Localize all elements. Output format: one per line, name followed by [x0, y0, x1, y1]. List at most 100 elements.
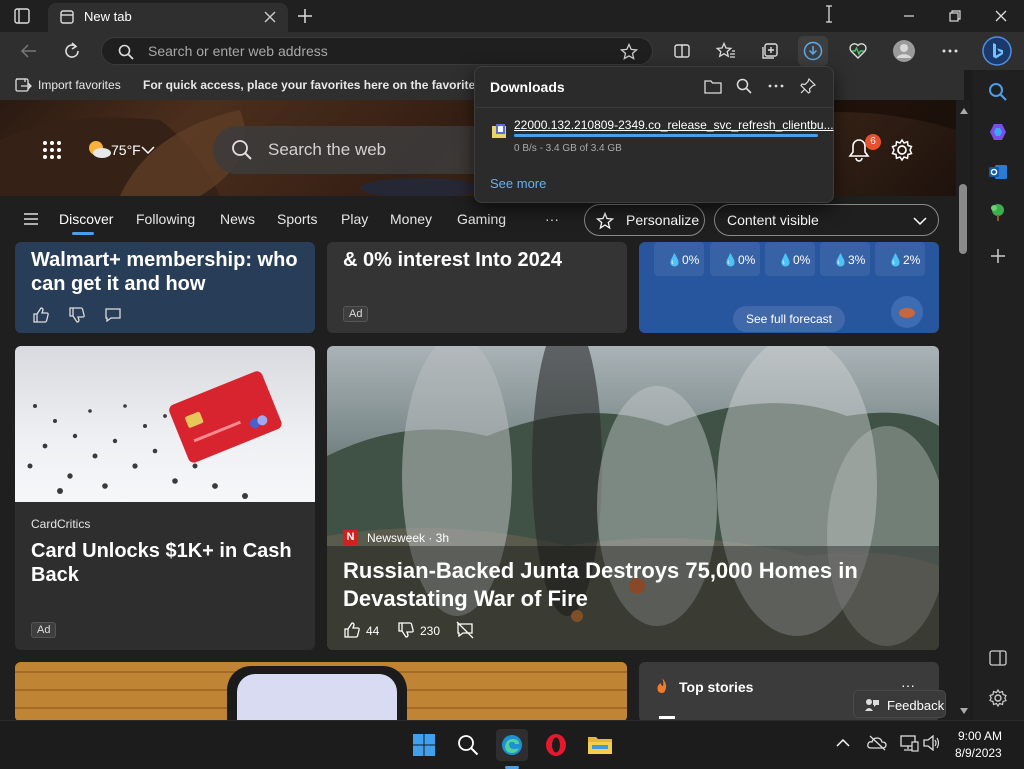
- new-tab-button[interactable]: [296, 7, 314, 25]
- taskbar-date[interactable]: 8/9/2023: [955, 746, 1002, 760]
- import-favorites-icon: [14, 77, 32, 93]
- cardcritics-source[interactable]: CardCritics: [31, 517, 90, 531]
- feedback-button[interactable]: Feedback: [853, 690, 946, 718]
- partly-sunny-icon[interactable]: [86, 138, 112, 160]
- page-scrollbar[interactable]: [956, 100, 970, 720]
- close-window-button[interactable]: [978, 0, 1024, 32]
- cardcritics-headline[interactable]: Card Unlocks $1K+ in Cash Back: [31, 539, 303, 587]
- comment-icon[interactable]: [104, 306, 122, 324]
- network-icon[interactable]: [899, 734, 919, 752]
- dislike-count: 230: [420, 624, 441, 638]
- downloads-button[interactable]: [798, 36, 828, 66]
- top-stories-heading: Top stories: [679, 679, 754, 695]
- thumbs-down-icon[interactable]: [397, 621, 415, 639]
- nav-gaming[interactable]: Gaming: [457, 211, 506, 227]
- nav-money[interactable]: Money: [390, 211, 432, 227]
- personalize-button[interactable]: Personalize: [584, 204, 705, 236]
- taskbar-search-icon[interactable]: [452, 729, 484, 761]
- add-favorite-star-icon[interactable]: [620, 43, 638, 61]
- back-button[interactable]: [14, 36, 44, 66]
- close-tab-icon[interactable]: [264, 11, 276, 23]
- scroll-down-arrow-icon[interactable]: [960, 708, 968, 714]
- hide-sidebar-icon[interactable]: [984, 644, 1012, 672]
- start-button-windows-icon[interactable]: [408, 729, 440, 761]
- settings-more-icon[interactable]: [935, 36, 965, 66]
- profile-avatar[interactable]: [889, 36, 919, 66]
- web-search-box[interactable]: [213, 126, 483, 174]
- download-progress-text: 0 B/s - 3.4 GB of 3.4 GB: [514, 143, 622, 154]
- favorites-icon[interactable]: [711, 36, 741, 66]
- page-settings-gear-icon[interactable]: [890, 138, 914, 162]
- tab-actions-icon[interactable]: [14, 8, 30, 24]
- comments-disabled-icon[interactable]: [456, 621, 474, 639]
- download-progress-fill: [514, 134, 818, 137]
- tree-icon[interactable]: [984, 198, 1012, 226]
- title-bar: New tab: [0, 0, 1024, 32]
- address-input[interactable]: [148, 42, 588, 60]
- add-sidebar-app-icon[interactable]: [984, 242, 1012, 270]
- weather-temperature[interactable]: 75°F: [111, 142, 141, 158]
- nav-following[interactable]: Following: [136, 211, 195, 227]
- show-hidden-icons-chevron-icon[interactable]: [836, 738, 850, 748]
- nav-news[interactable]: News: [220, 211, 255, 227]
- credit-card-crowd-image: [15, 346, 315, 502]
- phone-article-card[interactable]: [15, 662, 627, 720]
- browser-essentials-icon[interactable]: [843, 36, 873, 66]
- volume-icon[interactable]: [923, 735, 941, 751]
- thumbs-up-icon[interactable]: [343, 621, 361, 639]
- new-tab-icon: [60, 10, 74, 24]
- walmart-headline[interactable]: Walmart+ membership: who can get it and …: [31, 248, 306, 296]
- precip-value: 💧0%: [778, 253, 811, 267]
- news-source[interactable]: Newsweek · 3h: [367, 531, 449, 545]
- precipitation-row: 💧0% 💧0% 💧0% 💧3% 💧2%: [654, 242, 925, 278]
- nav-sports[interactable]: Sports: [277, 211, 317, 227]
- split-screen-icon[interactable]: [667, 36, 697, 66]
- nav-discover[interactable]: Discover: [59, 211, 113, 227]
- iso-file-icon: [491, 123, 507, 139]
- thumbs-down-icon[interactable]: [68, 306, 86, 324]
- collections-icon[interactable]: [755, 36, 785, 66]
- address-bar[interactable]: [101, 37, 653, 65]
- see-full-forecast-button[interactable]: See full forecast: [733, 306, 845, 332]
- outlook-icon[interactable]: [984, 158, 1012, 186]
- see-more-link[interactable]: See more: [490, 176, 546, 191]
- finance-ad-card[interactable]: & 0% interest Into 2024 Ad: [327, 242, 627, 333]
- search-downloads-icon[interactable]: [736, 78, 752, 94]
- web-search-input[interactable]: [268, 140, 468, 160]
- walmart-article-card[interactable]: Walmart+ membership: who can get it and …: [15, 242, 315, 333]
- copilot-icon[interactable]: [984, 118, 1012, 146]
- tab-new-tab[interactable]: New tab: [48, 3, 288, 32]
- onedrive-offline-icon[interactable]: [867, 735, 887, 751]
- open-folder-icon[interactable]: [704, 78, 722, 94]
- sidebar-settings-gear-icon[interactable]: [984, 684, 1012, 712]
- refresh-button[interactable]: [57, 36, 87, 66]
- minimize-button[interactable]: [886, 0, 932, 32]
- finance-headline[interactable]: & 0% interest Into 2024: [343, 248, 618, 272]
- app-launcher-icon[interactable]: [42, 140, 62, 160]
- weather-map-icon[interactable]: [891, 296, 923, 328]
- taskbar-opera-icon[interactable]: [540, 729, 572, 761]
- news-headline[interactable]: Russian-Backed Junta Destroys 75,000 Hom…: [343, 557, 903, 613]
- content-visibility-dropdown[interactable]: Content visible: [714, 204, 939, 236]
- nav-play[interactable]: Play: [341, 211, 368, 227]
- taskbar-file-explorer-icon[interactable]: [584, 729, 616, 761]
- pin-icon[interactable]: [800, 78, 816, 94]
- scroll-up-arrow-icon[interactable]: [960, 108, 968, 114]
- precip-value: 💧0%: [667, 253, 700, 267]
- restore-button[interactable]: [932, 0, 978, 32]
- taskbar-edge-icon[interactable]: [496, 729, 528, 761]
- download-file-name[interactable]: 22000.132.210809-2349.co_release_svc_ref…: [514, 118, 834, 132]
- featured-news-card[interactable]: N Newsweek · 3h Russian-Backed Junta Des…: [327, 346, 939, 650]
- chevron-down-icon[interactable]: [141, 145, 155, 155]
- cardcritics-ad-card[interactable]: CardCritics Card Unlocks $1K+ in Cash Ba…: [15, 346, 315, 650]
- menu-hamburger-icon[interactable]: [24, 213, 38, 225]
- scrollbar-thumb[interactable]: [959, 184, 967, 254]
- nav-more[interactable]: ···: [545, 211, 559, 227]
- weather-forecast-card[interactable]: 💧0% 💧0% 💧0% 💧3% 💧2% See full forecast: [639, 242, 939, 333]
- thumbs-up-icon[interactable]: [32, 306, 50, 324]
- import-favorites-link[interactable]: Import favorites: [38, 78, 121, 92]
- taskbar-time[interactable]: 9:00 AM: [958, 729, 1002, 743]
- more-options-icon[interactable]: [768, 84, 784, 88]
- bing-chat-icon[interactable]: [980, 34, 1014, 68]
- sidebar-search-icon[interactable]: [984, 78, 1012, 106]
